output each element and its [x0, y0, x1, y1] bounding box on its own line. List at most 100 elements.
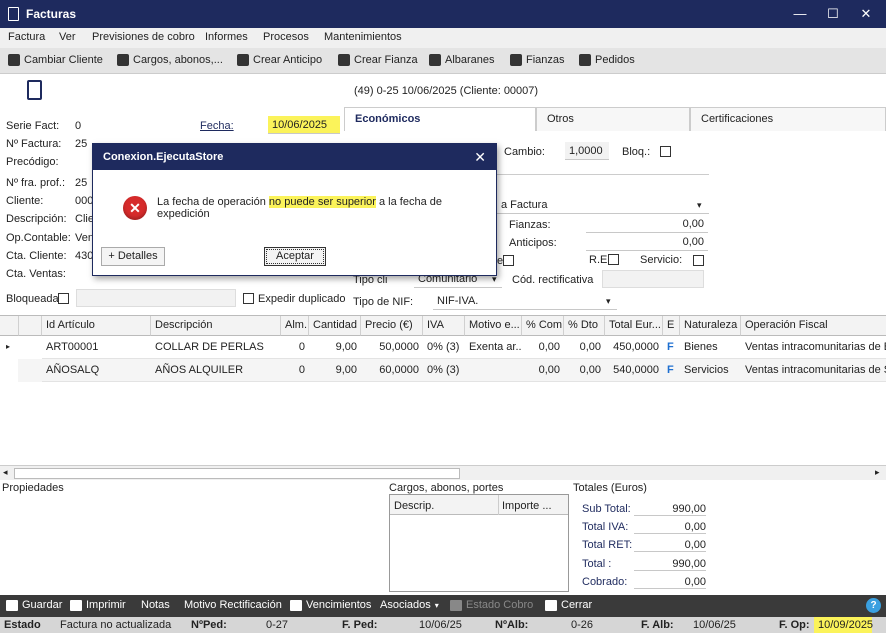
grid-header[interactable]: % Com [522, 316, 564, 336]
grid-header[interactable]: Id Artículo [42, 316, 151, 336]
scrollbar-thumb[interactable] [14, 468, 460, 479]
minimize-button[interactable]: — [790, 5, 810, 23]
table-cell[interactable]: 9,00 [309, 359, 361, 382]
cargos-button[interactable]: Cargos, abonos,... [117, 54, 223, 66]
grid-header[interactable]: E [663, 316, 680, 336]
grid-header[interactable]: Motivo e... [465, 316, 522, 336]
crear-anticipo-button[interactable]: Crear Anticipo [237, 54, 322, 66]
table-cell[interactable]: 60,0000 [361, 359, 423, 382]
tab-otros[interactable]: Otros [536, 107, 690, 131]
bloqueada-checkbox[interactable] [58, 293, 69, 304]
servicio-checkbox[interactable] [693, 255, 704, 266]
table-cell[interactable]: ART00001 [42, 336, 151, 359]
nfactura-field[interactable]: 25 [75, 138, 87, 150]
menu-ver[interactable]: Ver [59, 31, 76, 43]
table-cell[interactable]: 0 [281, 359, 309, 382]
table-cell[interactable]: 0,00 [522, 336, 564, 359]
cambio-field[interactable]: 1,0000 [565, 142, 609, 160]
cargos-table[interactable]: Descrip. Importe ... [389, 494, 569, 592]
table-cell[interactable]: 9,00 [309, 336, 361, 359]
f-badge[interactable]: F [663, 336, 680, 359]
asociados-button[interactable]: Asociados ▾ [380, 599, 439, 611]
guardar-button[interactable]: Guardar [6, 599, 62, 611]
imprimir-button[interactable]: Imprimir [70, 599, 126, 611]
grid-header[interactable]: % Dto [564, 316, 605, 336]
re-checkbox[interactable] [608, 254, 619, 265]
table-cell[interactable]: 540,0000 [605, 359, 663, 382]
table-cell[interactable]: 0 [281, 336, 309, 359]
motivo-rectificacion-button[interactable]: Motivo Rectificación [184, 599, 282, 611]
fecha-field[interactable]: 10/06/2025 [268, 116, 340, 134]
menu-informes[interactable]: Informes [205, 31, 248, 43]
serie-field[interactable]: 0 [75, 120, 81, 132]
table-cell[interactable]: AÑOSALQ [42, 359, 151, 382]
current-row-arrow-icon: ▸ [6, 342, 11, 351]
scroll-left-icon[interactable]: ◂ [3, 467, 8, 478]
cargos-col-descrip[interactable]: Descrip. [394, 500, 434, 512]
details-button[interactable]: + Detalles [101, 247, 165, 266]
menu-factura[interactable]: Factura [8, 31, 45, 43]
table-cell[interactable]: COLLAR DE PERLAS [151, 336, 281, 359]
table-cell[interactable]: Exenta ar... [465, 336, 522, 359]
grid-header[interactable]: Descripción [151, 316, 281, 336]
table-cell[interactable]: Servicios [680, 359, 741, 382]
table-cell[interactable]: 0% (3) [423, 336, 465, 359]
table-cell[interactable]: Ventas intracomunitarias de Ser [741, 359, 886, 382]
expedir-checkbox[interactable] [243, 293, 254, 304]
table-cell[interactable]: AÑOS ALQUILER [151, 359, 281, 382]
albaranes-button[interactable]: Albaranes [429, 54, 495, 66]
grid-header[interactable]: Total Eur... [605, 316, 663, 336]
cliente-field[interactable]: 000 [75, 195, 93, 207]
nped-value: 0-27 [266, 619, 289, 631]
close-window-button[interactable]: ✕ [856, 5, 876, 23]
nfraprof-field[interactable]: 25 [75, 177, 87, 189]
cerrar-button[interactable]: Cerrar [545, 599, 592, 611]
tab-economicos[interactable]: Económicos [344, 107, 536, 131]
grid-header[interactable]: Naturaleza [680, 316, 741, 336]
anticipos-field[interactable]: 0,00 [586, 233, 708, 251]
f-badge[interactable]: F [663, 359, 680, 382]
ctacliente-field[interactable]: 430 [75, 250, 93, 262]
cod-rect-select[interactable] [602, 270, 704, 288]
table-cell[interactable]: Bienes [680, 336, 741, 359]
maximize-button[interactable]: ☐ [823, 5, 843, 23]
crear-fianza-button[interactable]: Crear Fianza [338, 54, 418, 66]
accept-button[interactable]: Aceptar [264, 247, 326, 266]
fianzas-field[interactable]: 0,00 [586, 215, 708, 233]
table-cell[interactable]: 50,0000 [361, 336, 423, 359]
vencimientos-button[interactable]: Vencimientos [290, 599, 371, 611]
pedidos-button[interactable]: Pedidos [579, 54, 635, 66]
grid-header[interactable]: Operación Fiscal [741, 316, 886, 336]
bloqueada-select[interactable] [76, 289, 236, 307]
tab-certificaciones[interactable]: Certificaciones [690, 107, 886, 131]
dialog-close-button[interactable]: ✕ [474, 149, 486, 166]
horizontal-scrollbar[interactable]: ◂ ▸ [0, 465, 886, 480]
menu-previsiones[interactable]: Previsiones de cobro [92, 31, 195, 43]
fecha-label[interactable]: Fecha: [200, 120, 234, 132]
descripcion-label: Descripción: [6, 213, 67, 225]
grid-header[interactable]: Alm. [281, 316, 309, 336]
table-cell[interactable]: 0,00 [564, 359, 605, 382]
menu-mantenimientos[interactable]: Mantenimientos [324, 31, 402, 43]
tipo-nif-select[interactable]: NIF-IVA. [433, 292, 617, 310]
fianzas-button[interactable]: Fianzas [510, 54, 565, 66]
table-cell[interactable]: Ventas intracomunitarias de Bie [741, 336, 886, 359]
grid-header[interactable]: Cantidad [309, 316, 361, 336]
table-cell[interactable]: 0% (3) [423, 359, 465, 382]
table-cell[interactable]: 450,0000 [605, 336, 663, 359]
grid-header[interactable]: Precio (€) [361, 316, 423, 336]
chevron-down-icon: ▾ [697, 200, 702, 210]
cargos-col-importe[interactable]: Importe ... [502, 500, 552, 512]
menu-procesos[interactable]: Procesos [263, 31, 309, 43]
scroll-right-icon[interactable]: ▸ [875, 467, 880, 478]
table-cell[interactable] [465, 359, 522, 382]
table-cell[interactable]: 0,00 [522, 359, 564, 382]
bloq-checkbox[interactable] [660, 146, 671, 157]
recargo-checkbox[interactable] [503, 255, 514, 266]
table-cell[interactable]: 0,00 [564, 336, 605, 359]
notas-button[interactable]: Notas [141, 599, 170, 611]
cambiar-cliente-button[interactable]: Cambiar Cliente [8, 54, 103, 66]
tipo-factura-select[interactable]: a Factura [497, 196, 709, 214]
grid-header[interactable]: IVA [423, 316, 465, 336]
help-icon[interactable]: ? [866, 598, 881, 613]
